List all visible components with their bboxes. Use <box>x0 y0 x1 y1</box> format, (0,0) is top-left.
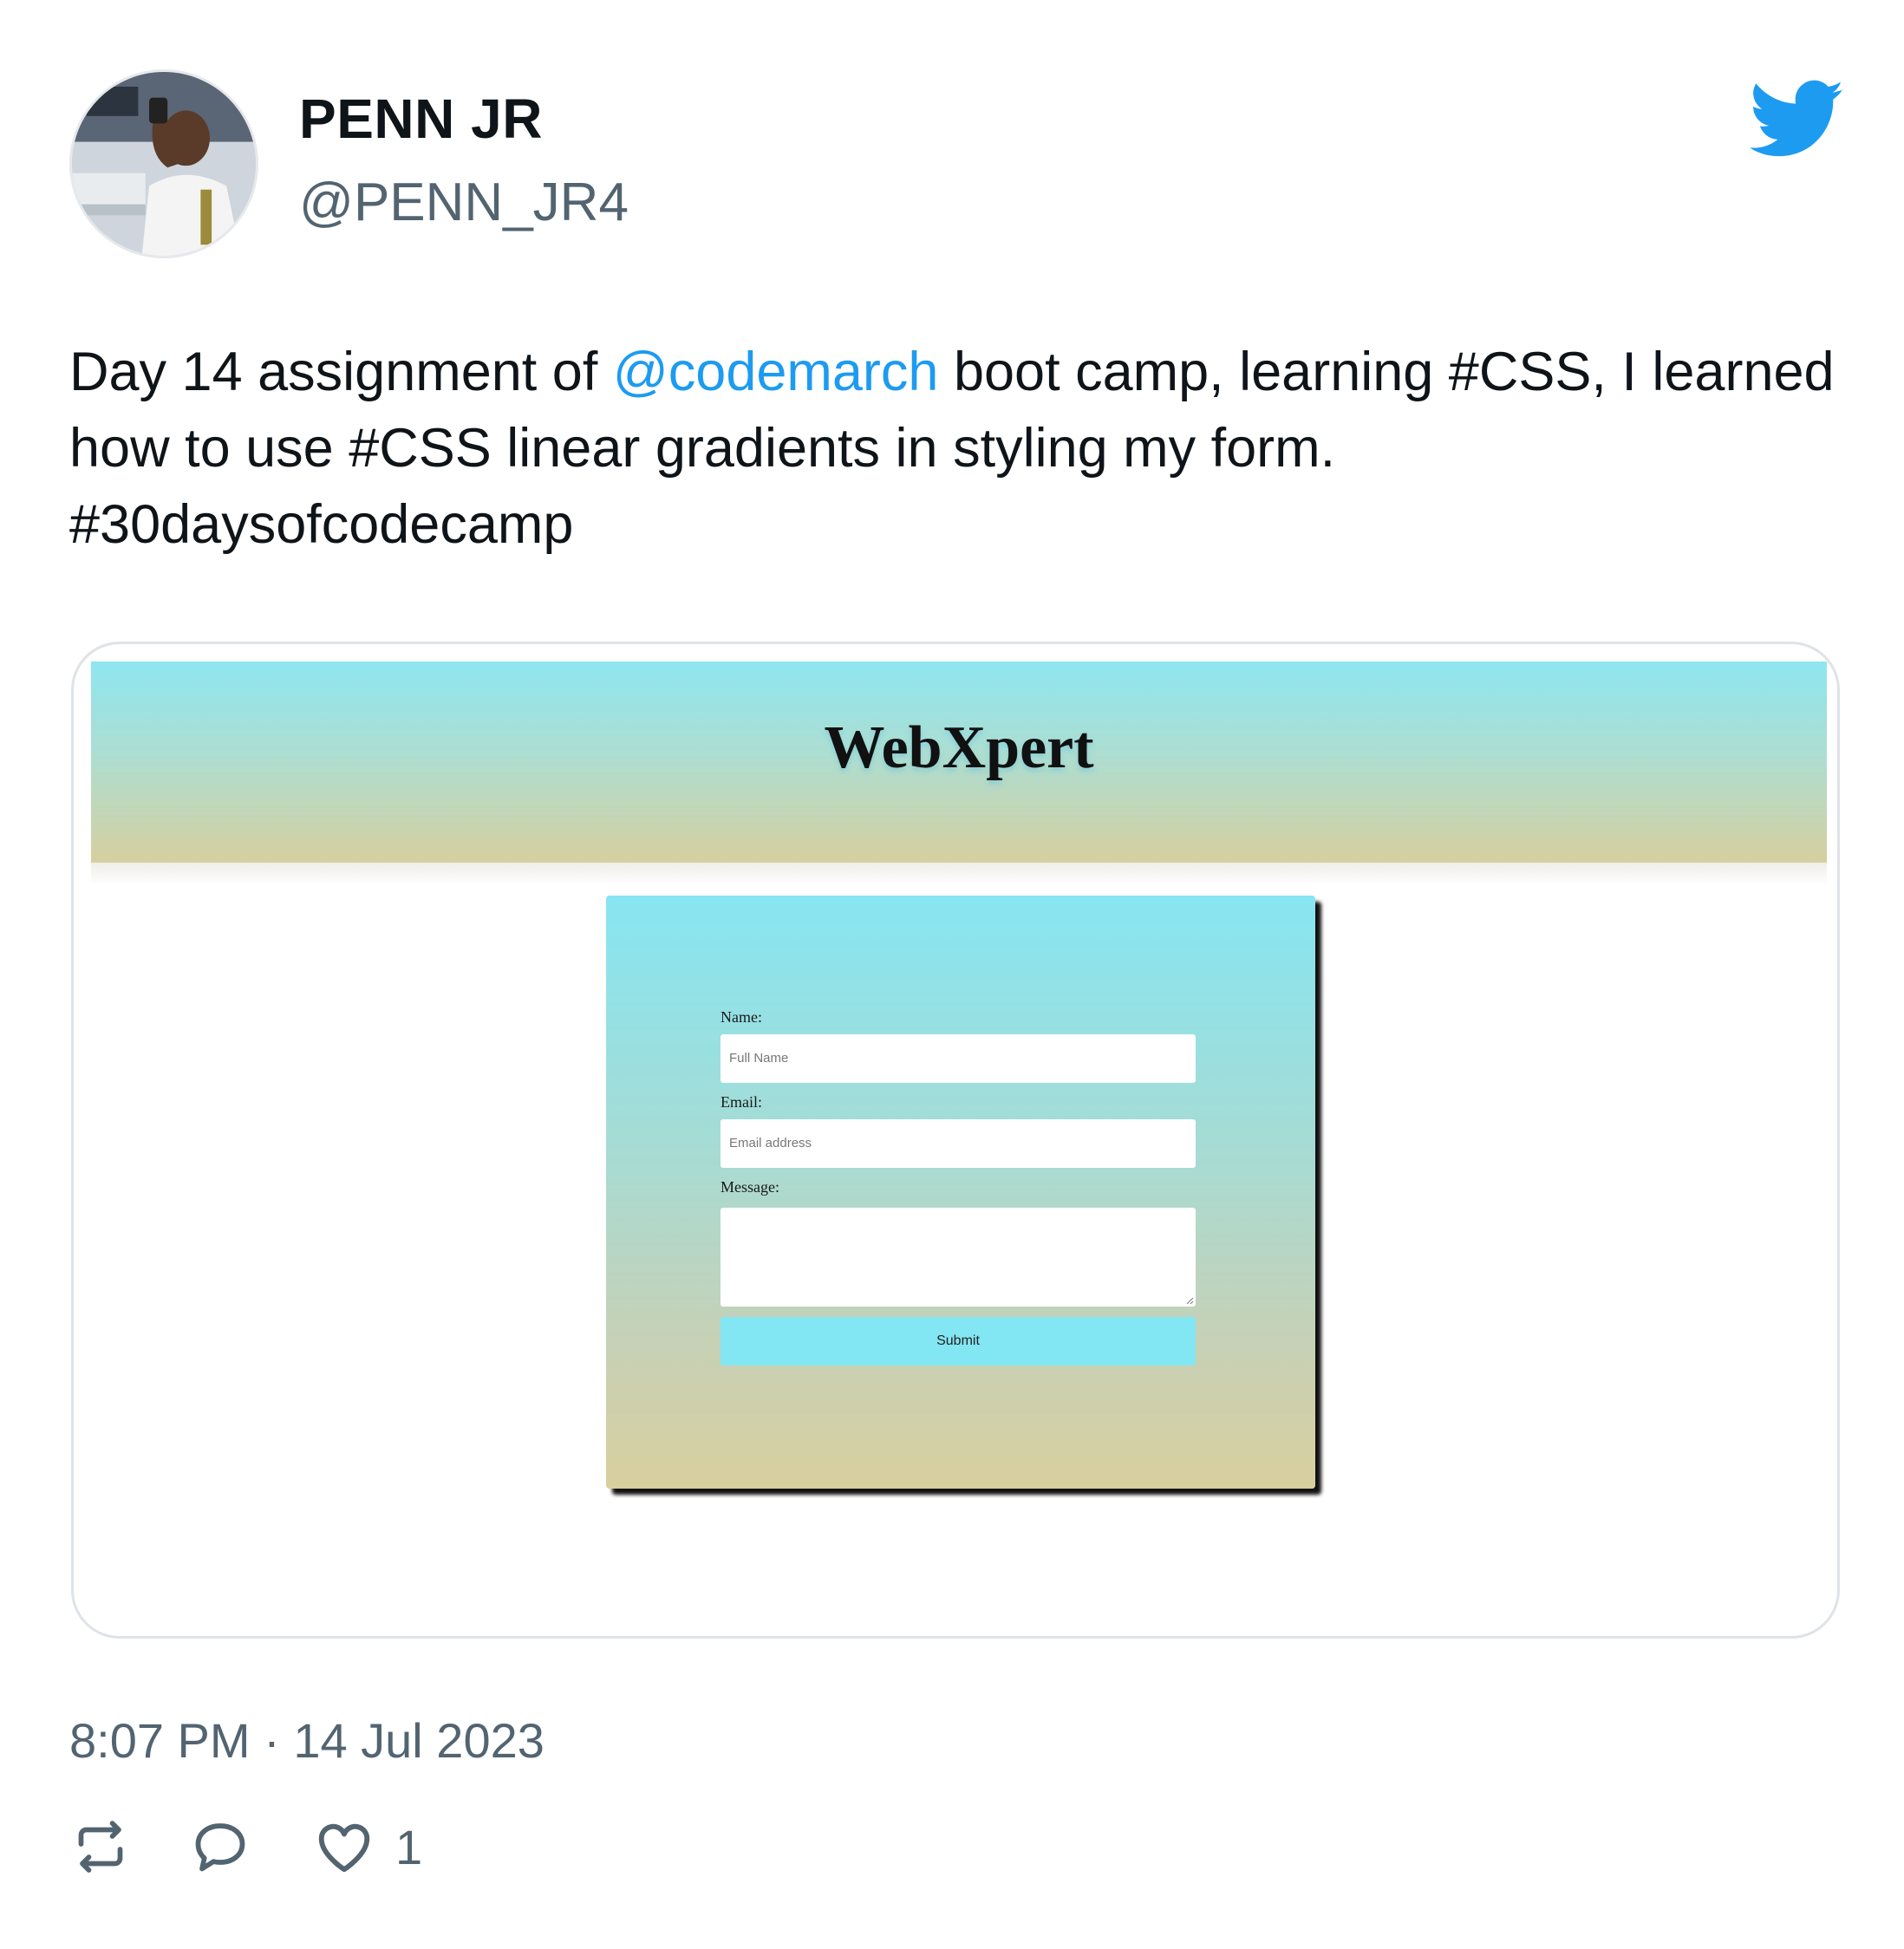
webpage-header: WebXpert <box>91 662 1827 863</box>
author-display-name[interactable]: PENN JR <box>299 87 543 151</box>
message-label: Message: <box>721 1178 779 1196</box>
author-avatar[interactable] <box>69 69 258 258</box>
resize-grip-icon <box>1186 1297 1194 1305</box>
twitter-bird-glyph <box>1750 80 1844 157</box>
like-count: 1 <box>395 1819 423 1874</box>
reply-button[interactable] <box>189 1812 251 1881</box>
message-textarea <box>721 1208 1196 1307</box>
tweet-media[interactable]: WebXpert Name: Full Name Email: Email ad… <box>71 642 1840 1639</box>
webpage-title: WebXpert <box>824 714 1094 781</box>
retweet-button[interactable] <box>69 1812 132 1881</box>
name-field: Full Name <box>721 1034 1196 1083</box>
tweet-timestamp[interactable]: 8:07 PM · 14 Jul 2023 <box>69 1712 544 1769</box>
email-field: Email address <box>721 1119 1196 1168</box>
like-button[interactable]: 1 <box>312 1812 422 1881</box>
mention-link[interactable]: @codemarch <box>613 342 939 402</box>
webpage-header-shadow <box>91 863 1827 885</box>
contact-form: Name: Full Name Email: Email address Mes… <box>606 896 1315 1489</box>
retweet-icon <box>78 1821 123 1873</box>
author-handle[interactable]: @PENN_JR4 <box>299 172 629 233</box>
email-label: Email: <box>721 1093 762 1111</box>
submit-button: Submit <box>721 1317 1196 1366</box>
avatar-photo <box>72 72 256 256</box>
heart-icon <box>318 1823 370 1873</box>
tweet-text: Day 14 assignment of @codemarch boot cam… <box>69 334 1847 563</box>
reply-icon <box>195 1823 245 1872</box>
twitter-bird-icon[interactable] <box>1750 80 1845 160</box>
name-label: Name: <box>721 1008 762 1026</box>
tweet-text-part: Day 14 assignment of <box>69 342 613 402</box>
